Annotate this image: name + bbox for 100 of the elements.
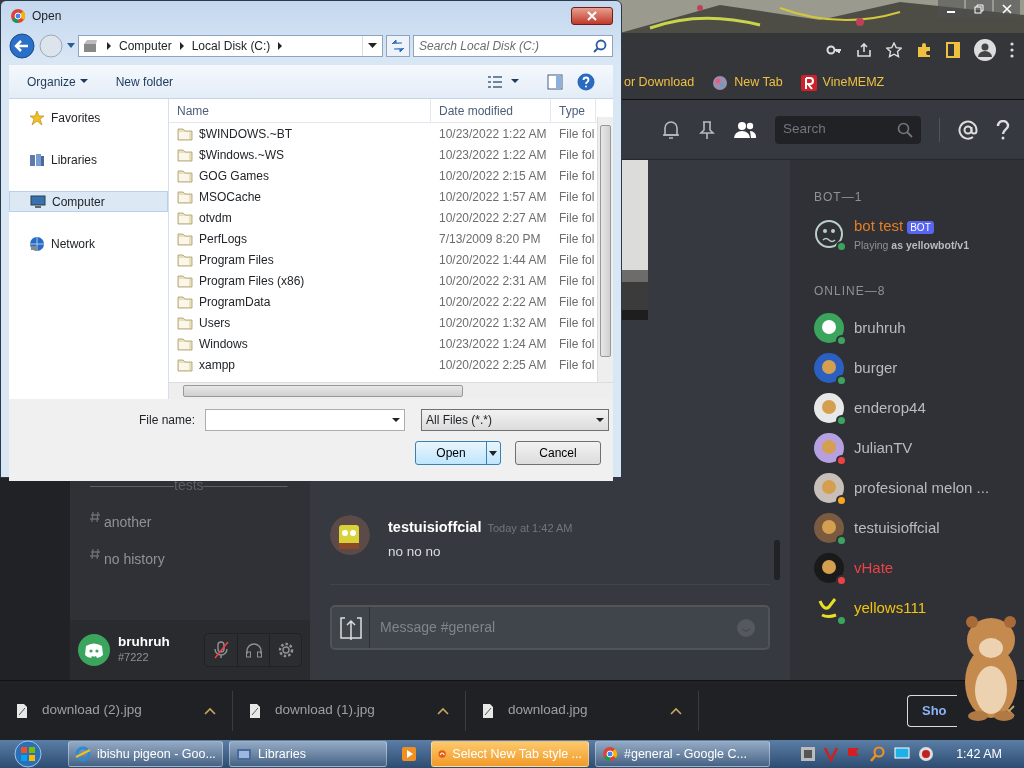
- view-icon[interactable]: [487, 74, 503, 89]
- open-button[interactable]: Open: [415, 441, 501, 465]
- file-date: 10/23/2022 1:22 AM: [438, 146, 548, 164]
- folder-icon: [177, 231, 193, 246]
- address-bar[interactable]: Computer Local Disk (C:): [78, 35, 383, 57]
- show-all-button[interactable]: Sho: [907, 694, 957, 727]
- file-date: 10/20/2022 2:31 AM: [438, 272, 548, 290]
- close-button[interactable]: [571, 7, 613, 25]
- member-name[interactable]: burger: [854, 359, 898, 376]
- caret-icon[interactable]: [486, 442, 500, 464]
- file-name[interactable]: $WINDOWS.~BT: [199, 124, 292, 143]
- nav-item[interactable]: Computer: [9, 191, 168, 212]
- magnifier-icon[interactable]: [870, 746, 887, 762]
- profile-icon[interactable]: [974, 38, 996, 61]
- member-name[interactable]: testuisioffcial: [854, 519, 940, 536]
- member-name[interactable]: JulianTV: [854, 439, 913, 456]
- search-field[interactable]: Search: [775, 115, 921, 144]
- sidebar-icon[interactable]: [946, 41, 960, 58]
- breadcrumb-item[interactable]: Computer: [119, 37, 172, 55]
- taskbar-button[interactable]: ibishu pigeon - Goo...: [68, 741, 223, 767]
- headphones-icon[interactable]: [244, 642, 263, 658]
- bookmark-link[interactable]: VineMEMZ: [822, 73, 885, 92]
- help-icon[interactable]: [996, 119, 1010, 140]
- help-icon[interactable]: [577, 72, 595, 91]
- muted-microphone-icon[interactable]: [213, 641, 229, 659]
- menu-icon[interactable]: [1010, 41, 1014, 58]
- star-icon[interactable]: [886, 41, 902, 58]
- hash-icon: [90, 548, 100, 560]
- scrollbar-thumb[interactable]: [183, 385, 463, 397]
- download-item[interactable]: download.jpg: [508, 700, 588, 721]
- file-name[interactable]: Program Files: [199, 250, 274, 269]
- scrollbar-thumb[interactable]: [774, 540, 780, 580]
- organize-button[interactable]: Organize: [27, 72, 88, 91]
- member-name[interactable]: enderop44: [854, 399, 926, 416]
- message-bar[interactable]: Message #general: [330, 605, 770, 650]
- message-author[interactable]: testuisioffcial: [388, 518, 482, 535]
- file-name[interactable]: ProgramData: [199, 292, 271, 311]
- new-folder-button[interactable]: New folder: [115, 72, 174, 91]
- caret-icon[interactable]: [368, 43, 377, 49]
- mention-icon[interactable]: [958, 119, 978, 140]
- caret-icon[interactable]: [511, 79, 519, 84]
- member-name[interactable]: yellows111: [854, 599, 926, 616]
- caret-icon[interactable]: [437, 706, 449, 715]
- file-date: 10/20/2022 1:32 AM: [438, 314, 548, 332]
- taskbar-button[interactable]: #general - Google C...: [595, 741, 770, 767]
- back-button[interactable]: [9, 33, 35, 59]
- restore-icon[interactable]: [974, 4, 984, 14]
- file-type: File fol: [558, 125, 596, 143]
- upload-icon[interactable]: [339, 615, 362, 640]
- file-name[interactable]: Users: [199, 313, 231, 332]
- puzzle-icon[interactable]: [916, 41, 932, 58]
- member-name[interactable]: bot test: [854, 217, 904, 235]
- message-field[interactable]: Message #general: [370, 616, 736, 639]
- pin-icon[interactable]: [699, 119, 715, 140]
- speaker-icon[interactable]: [918, 746, 935, 762]
- caret-icon: [596, 417, 605, 423]
- scrollbar-thumb[interactable]: [600, 125, 611, 357]
- column-header[interactable]: Type: [551, 99, 596, 122]
- settings-icon[interactable]: [276, 641, 295, 659]
- folder-icon: [177, 315, 193, 330]
- file-type: File fol: [558, 230, 596, 248]
- file-name-field[interactable]: [205, 409, 406, 431]
- caret-icon[interactable]: [670, 706, 682, 715]
- file-name[interactable]: xampp: [199, 355, 236, 374]
- file-name[interactable]: $Windows.~WS: [199, 145, 285, 164]
- channel-name[interactable]: no history: [104, 548, 165, 571]
- nav-item[interactable]: Favorites: [9, 107, 168, 128]
- folder-icon: [177, 126, 193, 141]
- taskbar-button[interactable]: Libraries: [229, 741, 387, 767]
- file-name[interactable]: GOG Games: [199, 166, 269, 185]
- breadcrumb-item[interactable]: Local Disk (C:): [191, 37, 271, 55]
- member-name[interactable]: profesional melon ...: [854, 479, 990, 496]
- search-field[interactable]: Search Local Disk (C:): [413, 35, 613, 57]
- monitor-icon[interactable]: [894, 746, 911, 762]
- download-item[interactable]: download (1).jpg: [275, 700, 375, 721]
- column-header[interactable]: Name: [169, 99, 431, 122]
- file-name[interactable]: otvdm: [199, 208, 232, 227]
- nav-item[interactable]: Libraries: [9, 149, 168, 170]
- file-name[interactable]: PerfLogs: [199, 229, 248, 248]
- share-icon[interactable]: [856, 41, 872, 58]
- file-type-select[interactable]: All Files (*.*): [421, 409, 610, 431]
- bookmark-link[interactable]: New Tab: [734, 73, 783, 92]
- play-icon[interactable]: [401, 746, 417, 762]
- file-name[interactable]: Program Files (x86): [199, 271, 305, 290]
- file-date: 10/20/2022 1:57 AM: [438, 188, 548, 206]
- members-icon[interactable]: [733, 119, 757, 140]
- refresh-icon[interactable]: [386, 35, 410, 57]
- folder-icon: [236, 746, 252, 762]
- cancel-button[interactable]: Cancel: [515, 441, 601, 465]
- column-header[interactable]: Date modified: [431, 99, 551, 122]
- channel-name[interactable]: another: [104, 511, 152, 534]
- bell-icon[interactable]: [661, 119, 681, 140]
- file-name[interactable]: Windows: [199, 334, 248, 353]
- file-name[interactable]: MSOCache: [199, 187, 262, 206]
- caret-icon[interactable]: [204, 706, 216, 715]
- nav-item[interactable]: Network: [9, 233, 168, 254]
- download-item[interactable]: download (2).jpg: [42, 700, 142, 721]
- member-name[interactable]: bruhruh: [854, 319, 906, 336]
- tray-icon[interactable]: [800, 746, 817, 762]
- bookmark-link[interactable]: or Download: [624, 73, 695, 92]
